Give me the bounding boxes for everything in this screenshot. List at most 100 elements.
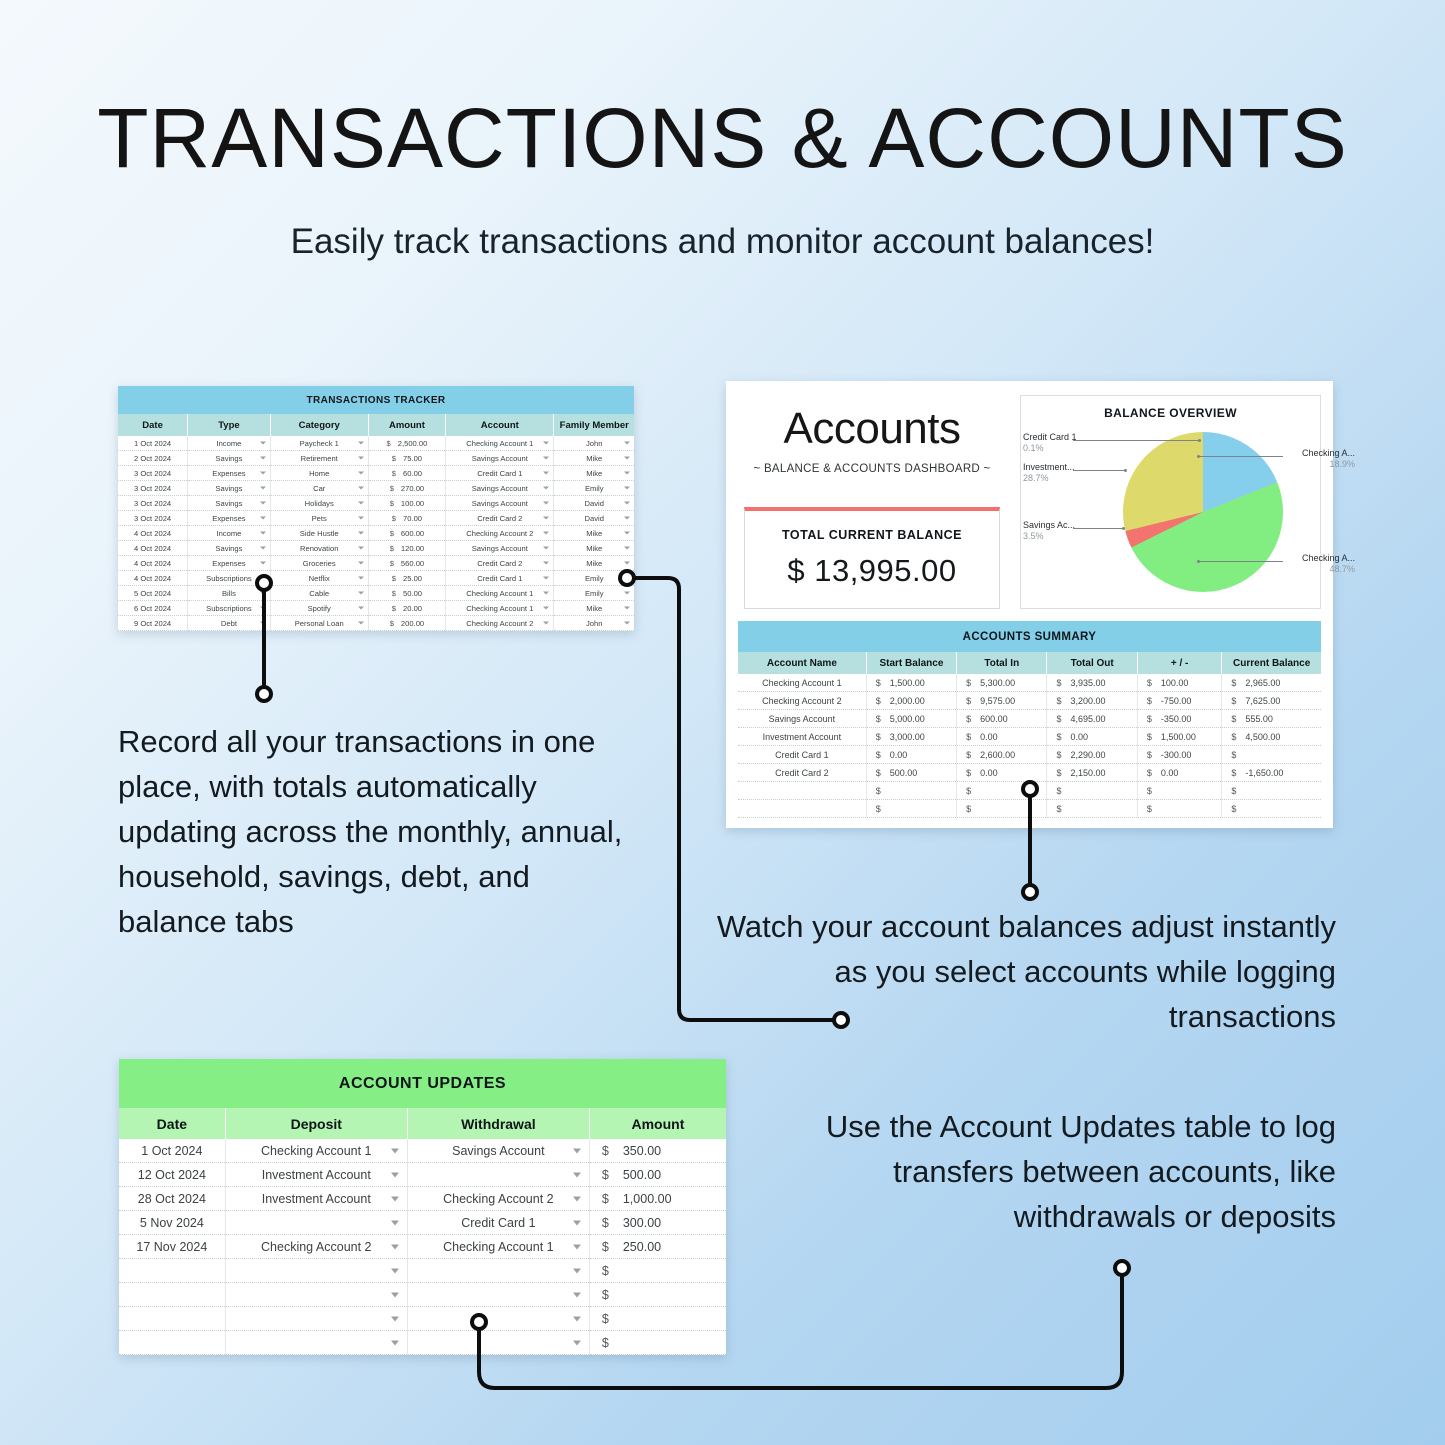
transaction-type[interactable]: Income <box>187 436 271 451</box>
transaction-account[interactable]: Checking Account 1 <box>445 600 555 616</box>
transaction-account[interactable]: Savings Account <box>445 540 555 556</box>
chevron-down-icon[interactable] <box>259 546 266 550</box>
update-withdrawal[interactable] <box>407 1162 590 1187</box>
update-withdrawal[interactable] <box>407 1330 590 1355</box>
transaction-account[interactable]: Credit Card 1 <box>445 570 555 586</box>
transaction-member[interactable]: Mike <box>553 600 634 616</box>
update-deposit[interactable]: Investment Account <box>225 1186 408 1211</box>
chevron-down-icon[interactable] <box>357 531 364 535</box>
update-deposit[interactable] <box>225 1306 408 1331</box>
transaction-member[interactable]: Emily <box>553 585 634 601</box>
transaction-type[interactable]: Income <box>187 525 271 541</box>
transaction-type[interactable]: Subscriptions <box>187 600 271 616</box>
chevron-down-icon[interactable] <box>259 591 266 595</box>
chevron-down-icon[interactable] <box>624 576 630 580</box>
update-withdrawal[interactable] <box>407 1282 590 1307</box>
update-deposit[interactable] <box>225 1330 408 1355</box>
transaction-member[interactable]: Emily <box>553 570 634 586</box>
transaction-member[interactable]: Mike <box>553 450 634 466</box>
chevron-down-icon[interactable] <box>357 441 364 445</box>
chevron-down-icon[interactable] <box>624 561 630 565</box>
chevron-down-icon[interactable] <box>572 1172 581 1177</box>
chevron-down-icon[interactable] <box>543 621 550 625</box>
transaction-account[interactable]: Checking Account 1 <box>445 436 555 451</box>
transaction-type[interactable]: Expenses <box>187 510 271 526</box>
transaction-member[interactable]: David <box>553 495 634 511</box>
chevron-down-icon[interactable] <box>390 1172 399 1177</box>
chevron-down-icon[interactable] <box>357 561 364 565</box>
chevron-down-icon[interactable] <box>357 501 364 505</box>
chevron-down-icon[interactable] <box>543 516 550 520</box>
chevron-down-icon[interactable] <box>259 561 266 565</box>
chevron-down-icon[interactable] <box>390 1148 399 1153</box>
update-withdrawal[interactable]: Credit Card 1 <box>407 1210 590 1235</box>
chevron-down-icon[interactable] <box>357 606 364 610</box>
chevron-down-icon[interactable] <box>624 621 630 625</box>
transaction-account[interactable]: Credit Card 2 <box>445 510 555 526</box>
chevron-down-icon[interactable] <box>543 486 550 490</box>
chevron-down-icon[interactable] <box>259 471 266 475</box>
chevron-down-icon[interactable] <box>624 606 630 610</box>
transaction-account[interactable]: Savings Account <box>445 450 555 466</box>
transaction-category[interactable]: Netflix <box>270 570 369 586</box>
chevron-down-icon[interactable] <box>390 1340 399 1345</box>
chevron-down-icon[interactable] <box>543 576 550 580</box>
chevron-down-icon[interactable] <box>357 516 364 520</box>
chevron-down-icon[interactable] <box>543 561 550 565</box>
chevron-down-icon[interactable] <box>572 1340 581 1345</box>
chevron-down-icon[interactable] <box>572 1268 581 1273</box>
chevron-down-icon[interactable] <box>572 1244 581 1249</box>
update-deposit[interactable]: Checking Account 1 <box>225 1139 408 1163</box>
chevron-down-icon[interactable] <box>357 621 364 625</box>
chevron-down-icon[interactable] <box>624 456 630 460</box>
transaction-type[interactable]: Savings <box>187 540 271 556</box>
chevron-down-icon[interactable] <box>390 1268 399 1273</box>
chevron-down-icon[interactable] <box>572 1220 581 1225</box>
transaction-account[interactable]: Checking Account 2 <box>445 615 555 631</box>
chevron-down-icon[interactable] <box>259 621 266 625</box>
transaction-member[interactable]: David <box>553 510 634 526</box>
chevron-down-icon[interactable] <box>543 441 550 445</box>
transaction-type[interactable]: Savings <box>187 495 271 511</box>
update-deposit[interactable] <box>225 1282 408 1307</box>
transaction-member[interactable]: Emily <box>553 480 634 496</box>
transaction-account[interactable]: Credit Card 1 <box>445 465 555 481</box>
update-deposit[interactable] <box>225 1210 408 1235</box>
chevron-down-icon[interactable] <box>390 1316 399 1321</box>
transaction-member[interactable]: John <box>553 615 634 631</box>
chevron-down-icon[interactable] <box>624 591 630 595</box>
chevron-down-icon[interactable] <box>390 1220 399 1225</box>
chevron-down-icon[interactable] <box>543 456 550 460</box>
update-withdrawal[interactable] <box>407 1258 590 1283</box>
update-withdrawal[interactable]: Savings Account <box>407 1139 590 1163</box>
chevron-down-icon[interactable] <box>259 501 266 505</box>
transaction-category[interactable]: Personal Loan <box>270 615 369 631</box>
chevron-down-icon[interactable] <box>543 501 550 505</box>
transaction-category[interactable]: Home <box>270 465 369 481</box>
chevron-down-icon[interactable] <box>624 441 630 445</box>
transaction-category[interactable]: Side Hustle <box>270 525 369 541</box>
update-deposit[interactable]: Investment Account <box>225 1162 408 1187</box>
chevron-down-icon[interactable] <box>259 576 266 580</box>
transaction-member[interactable]: Mike <box>553 525 634 541</box>
chevron-down-icon[interactable] <box>390 1196 399 1201</box>
chevron-down-icon[interactable] <box>543 606 550 610</box>
chevron-down-icon[interactable] <box>259 606 266 610</box>
transaction-account[interactable]: Savings Account <box>445 480 555 496</box>
chevron-down-icon[interactable] <box>572 1196 581 1201</box>
transaction-account[interactable]: Checking Account 2 <box>445 525 555 541</box>
transaction-type[interactable]: Bills <box>187 585 271 601</box>
chevron-down-icon[interactable] <box>624 471 630 475</box>
chevron-down-icon[interactable] <box>259 441 266 445</box>
transaction-category[interactable]: Renovation <box>270 540 369 556</box>
update-withdrawal[interactable] <box>407 1306 590 1331</box>
chevron-down-icon[interactable] <box>357 486 364 490</box>
chevron-down-icon[interactable] <box>357 591 364 595</box>
transaction-category[interactable]: Spotify <box>270 600 369 616</box>
transaction-type[interactable]: Subscriptions <box>187 570 271 586</box>
transaction-category[interactable]: Car <box>270 480 369 496</box>
chevron-down-icon[interactable] <box>572 1316 581 1321</box>
chevron-down-icon[interactable] <box>259 531 266 535</box>
chevron-down-icon[interactable] <box>543 546 550 550</box>
chevron-down-icon[interactable] <box>357 456 364 460</box>
